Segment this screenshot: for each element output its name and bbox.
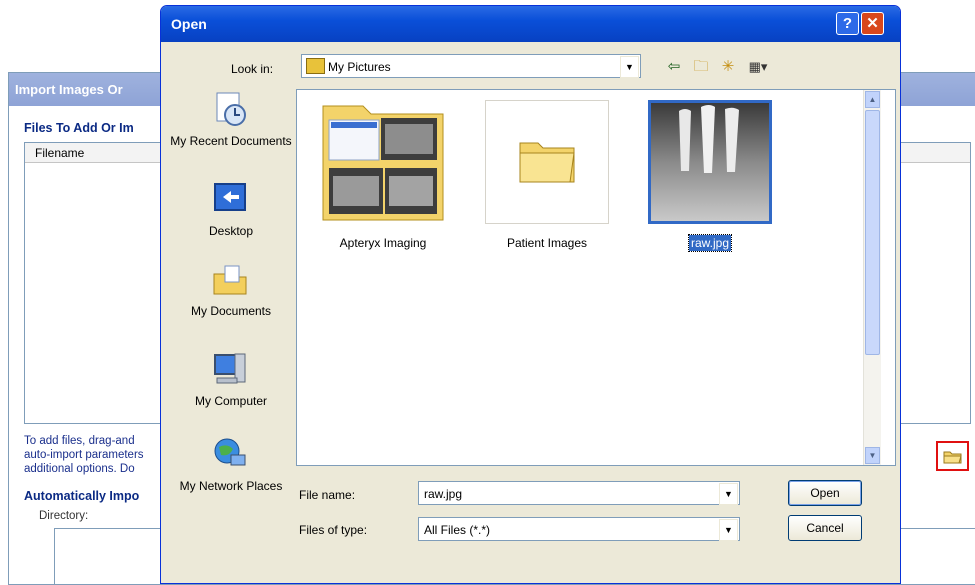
look-in-dropdown[interactable]: My Pictures ▼	[301, 54, 641, 78]
scroll-up-icon[interactable]: ▲	[865, 91, 880, 108]
my-pictures-icon	[306, 58, 325, 74]
cancel-button[interactable]: Cancel	[788, 515, 862, 541]
place-label: My Computer	[194, 394, 268, 408]
xray-thumbnail	[648, 100, 772, 224]
my-documents-icon	[213, 265, 247, 295]
filename-column-label: Filename	[35, 146, 85, 160]
browse-folder-button[interactable]	[936, 441, 969, 471]
file-name-value: raw.jpg	[424, 487, 463, 501]
vertical-scrollbar[interactable]: ▲ ▼	[863, 90, 881, 465]
place-my-computer[interactable]: My Computer	[167, 346, 295, 430]
place-desktop[interactable]: Desktop	[167, 176, 295, 260]
help-button[interactable]: ?	[836, 12, 859, 35]
place-label: My Recent Documents	[170, 134, 292, 148]
place-label: My Network Places	[179, 479, 283, 493]
directory-label: Directory:	[39, 510, 89, 522]
files-of-type-dropdown[interactable]: All Files (*.*) ▼	[418, 517, 740, 541]
open-dialog: Open ? ✕ Look in: My Pictures ▼ ⇦ 🗀 ✳ ▦▾…	[160, 5, 901, 584]
place-label: Desktop	[208, 224, 254, 238]
folder-icon	[943, 451, 962, 464]
import-help-text: To add files, drag-and auto-import param…	[24, 434, 174, 476]
new-folder-icon[interactable]: ✳	[717, 57, 739, 77]
recent-documents-icon	[216, 92, 246, 126]
files-to-add-label: Files To Add Or Im	[24, 121, 134, 135]
file-item-apteryx-imaging[interactable]: Apteryx Imaging	[319, 96, 447, 254]
up-folder-icon[interactable]: 🗀	[690, 57, 712, 77]
scrollbar-thumb[interactable]	[865, 110, 880, 355]
open-button[interactable]: Open	[788, 480, 862, 506]
place-my-documents[interactable]: My Documents	[167, 256, 295, 340]
help-line: auto-import parameters	[24, 449, 144, 461]
look-in-label: Look in:	[231, 62, 274, 76]
file-name-label: File name:	[299, 488, 356, 502]
selected-file-name: raw.jpg	[687, 234, 733, 252]
file-name: Apteryx Imaging	[339, 236, 427, 250]
chevron-down-icon[interactable]: ▼	[719, 519, 738, 541]
auto-import-label: Automatically Impo	[24, 489, 140, 503]
views-menu-icon[interactable]: ▦▾	[744, 57, 772, 77]
help-line: To add files, drag-and	[24, 435, 135, 447]
place-my-network-places[interactable]: My Network Places	[167, 431, 295, 515]
dialog-title: Open	[161, 6, 900, 42]
places-bar: My Recent Documents Desktop My Documents…	[167, 86, 295, 506]
folder-icon	[485, 100, 609, 224]
look-in-value: My Pictures	[328, 60, 391, 74]
file-name: raw.jpg	[646, 234, 774, 252]
file-list-view[interactable]: Apteryx Imaging Patient Images raw.jpg ▲…	[296, 89, 896, 466]
file-name: Patient Images	[506, 236, 588, 250]
chevron-down-icon[interactable]: ▼	[719, 483, 738, 505]
files-of-type-label: Files of type:	[299, 523, 368, 537]
help-line: additional options. Do	[24, 463, 135, 475]
files-of-type-value: All Files (*.*)	[424, 523, 491, 537]
file-name-input[interactable]: raw.jpg ▼	[418, 481, 740, 505]
chevron-down-icon[interactable]: ▼	[620, 56, 639, 78]
place-label: My Documents	[190, 304, 272, 318]
folder-with-thumbnails-icon	[321, 100, 445, 224]
file-item-raw-jpg[interactable]: raw.jpg	[646, 96, 774, 254]
close-button[interactable]: ✕	[861, 12, 884, 35]
place-my-recent-documents[interactable]: My Recent Documents	[167, 86, 295, 170]
back-arrow-icon[interactable]: ⇦	[663, 57, 685, 77]
my-computer-icon	[214, 353, 246, 384]
desktop-icon	[214, 183, 246, 211]
network-places-icon	[214, 438, 246, 466]
file-item-patient-images[interactable]: Patient Images	[483, 96, 611, 254]
scroll-down-icon[interactable]: ▼	[865, 447, 880, 464]
